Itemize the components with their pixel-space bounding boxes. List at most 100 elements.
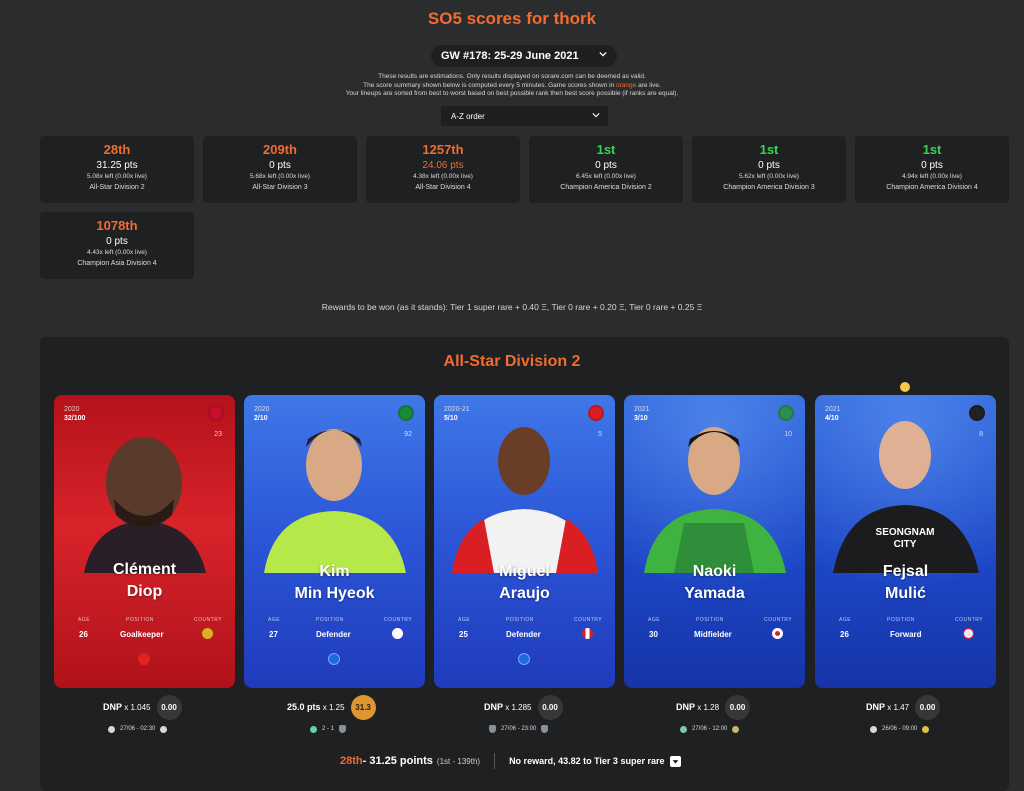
card-final-score: 31.3 xyxy=(350,694,376,720)
player-portrait xyxy=(264,429,406,573)
country-label: COUNTRY xyxy=(384,617,413,623)
division-multiplier-left: 4.43x left (0.00x live) xyxy=(87,249,147,256)
division-rank: 1st xyxy=(596,142,616,157)
card-score-main: DNP xyxy=(484,702,504,712)
division-card[interactable]: 1st 0 pts 6.45x left (0.00x live) Champi… xyxy=(529,136,683,203)
division-card[interactable]: 1st 0 pts 5.62x left (0.00x live) Champi… xyxy=(692,136,846,203)
division-name: Champion America Division 2 xyxy=(560,184,652,191)
player-first-name: Fejsal xyxy=(882,563,929,580)
age-label: AGE xyxy=(648,617,661,623)
card-season: 2020 xyxy=(64,406,80,413)
card-score-row: 25.0 pts x 1.25 31.3 xyxy=(287,694,376,720)
position-label: POSITION xyxy=(696,617,724,623)
page-title: SO5 scores for thork xyxy=(427,9,597,28)
player-age: 30 xyxy=(649,630,658,639)
division-points: 0 pts xyxy=(921,160,943,171)
player-position: Defender xyxy=(316,630,351,639)
away-team-icon xyxy=(732,725,740,733)
card-multiplier: x 1.47 xyxy=(887,702,910,712)
player-position: Defender xyxy=(506,630,541,639)
position-label: POSITION xyxy=(506,617,534,623)
card-score-main: DNP xyxy=(866,702,886,712)
division-multiplier-left: 5.62x left (0.00x live) xyxy=(739,173,799,180)
player-portrait: SEONGNAM CITY xyxy=(833,421,979,573)
card-serial: 32/100 xyxy=(64,415,86,422)
player-age: 27 xyxy=(269,630,278,639)
division-card[interactable]: 1257th 24.06 pts 4.38x left (0.00x live)… xyxy=(366,136,520,203)
country-flag-icon xyxy=(963,628,974,639)
division-name: All-Star Division 2 xyxy=(89,184,145,191)
lineup-summary: 28th - 31.25 points (1st - 139th) No rew… xyxy=(340,753,682,769)
sort-select[interactable]: A-Z order xyxy=(441,106,608,126)
home-team-icon xyxy=(310,725,317,733)
division-card[interactable]: 1078th 0 pts 4.43x left (0.00x live) Cha… xyxy=(40,212,194,279)
away-team-icon xyxy=(541,725,549,733)
card-season: 2021 xyxy=(634,406,650,413)
player-last-name: Mulić xyxy=(885,585,926,602)
card-final-score: 0.00 xyxy=(537,694,563,720)
gameweek-select-value: GW #178: 25-29 June 2021 xyxy=(441,50,579,62)
card-season: 2020 xyxy=(254,406,270,413)
player-first-name: Miguel xyxy=(499,563,550,580)
club-badge-icon xyxy=(778,405,794,421)
player-card[interactable]: 2020-21 5/10 5 Miguel Araujo AGE POSITIO… xyxy=(434,395,615,688)
player-portrait xyxy=(452,427,598,573)
age-label: AGE xyxy=(458,617,471,623)
chevron-down-icon xyxy=(592,113,600,118)
card-serial: 5/10 xyxy=(444,415,458,422)
shirt-number: 5 xyxy=(598,431,602,438)
player-card[interactable]: 2020 32/100 23 Clément Diop AGE POSITION… xyxy=(54,395,235,688)
card-score-main: DNP xyxy=(676,702,696,712)
match-info: 27/06 - 23:00 xyxy=(484,724,553,734)
division-card[interactable]: 209th 0 pts 5.68x left (0.00x live) All-… xyxy=(203,136,357,203)
home-team-icon xyxy=(108,725,115,733)
match-date: 26/06 - 09:00 xyxy=(882,726,918,732)
rarity-ball-icon xyxy=(328,653,340,665)
country-flag-icon xyxy=(582,628,593,639)
away-team-icon xyxy=(922,725,930,733)
division-rank: 209th xyxy=(263,142,297,157)
country-label: COUNTRY xyxy=(574,617,603,623)
age-label: AGE xyxy=(268,617,281,623)
card-final-score: 0.00 xyxy=(725,694,751,720)
country-flag-icon xyxy=(392,628,403,639)
age-label: AGE xyxy=(78,617,91,623)
reward-dropdown-button[interactable] xyxy=(670,755,682,767)
division-name: Champion America Division 3 xyxy=(723,184,815,191)
home-team-icon xyxy=(489,725,496,733)
home-team-icon xyxy=(680,725,687,733)
note-line: These results are estimations. Only resu… xyxy=(378,73,646,80)
player-last-name: Diop xyxy=(126,583,163,600)
card-multiplier: x 1.28 xyxy=(697,702,720,712)
division-points: 0 pts xyxy=(595,160,617,171)
division-name: Champion Asia Division 4 xyxy=(77,260,157,267)
division-multiplier-left: 5.08x left (0.00x live) xyxy=(87,173,147,180)
division-points: 0 pts xyxy=(758,160,780,171)
division-card[interactable]: 1st 0 pts 4.94x left (0.00x live) Champi… xyxy=(855,136,1009,203)
division-detail-title: All-Star Division 2 xyxy=(443,353,581,370)
country-label: COUNTRY xyxy=(194,617,223,623)
division-rank: 28th xyxy=(103,142,131,157)
division-rank: 1st xyxy=(922,142,942,157)
player-portrait xyxy=(84,437,206,573)
shirt-number: 92 xyxy=(404,431,412,438)
country-label: COUNTRY xyxy=(764,617,793,623)
summary-points: - 31.25 points xyxy=(362,755,433,767)
gameweek-select[interactable]: GW #178: 25-29 June 2021 xyxy=(431,45,617,67)
player-last-name: Min Hyeok xyxy=(294,585,375,602)
chevron-down-icon xyxy=(599,51,607,57)
player-card[interactable]: 2020 2/10 92 Kim Min Hyeok AGE POSITION … xyxy=(244,395,425,688)
player-first-name: Naoki xyxy=(692,563,737,580)
player-card[interactable]: SEONGNAM CITY 2021 4/10 8 Fejsal Mulić A… xyxy=(815,395,996,688)
svg-text:SEONGNAM: SEONGNAM xyxy=(876,527,935,538)
player-card[interactable]: 2021 3/10 10 Naoki Yamada AGE POSITION C… xyxy=(624,395,805,688)
division-card[interactable]: 28th 31.25 pts 5.08x left (0.00x live) A… xyxy=(40,136,194,203)
division-rank: 1078th xyxy=(96,218,138,233)
division-rank: 1257th xyxy=(422,142,464,157)
player-first-name: Kim xyxy=(319,563,350,580)
card-final-score: 0.00 xyxy=(156,694,182,720)
division-rank: 1st xyxy=(759,142,779,157)
division-multiplier-left: 4.38x left (0.00x live) xyxy=(413,173,473,180)
shirt-number: 8 xyxy=(979,431,983,438)
card-score-main: 25.0 pts xyxy=(287,702,321,712)
